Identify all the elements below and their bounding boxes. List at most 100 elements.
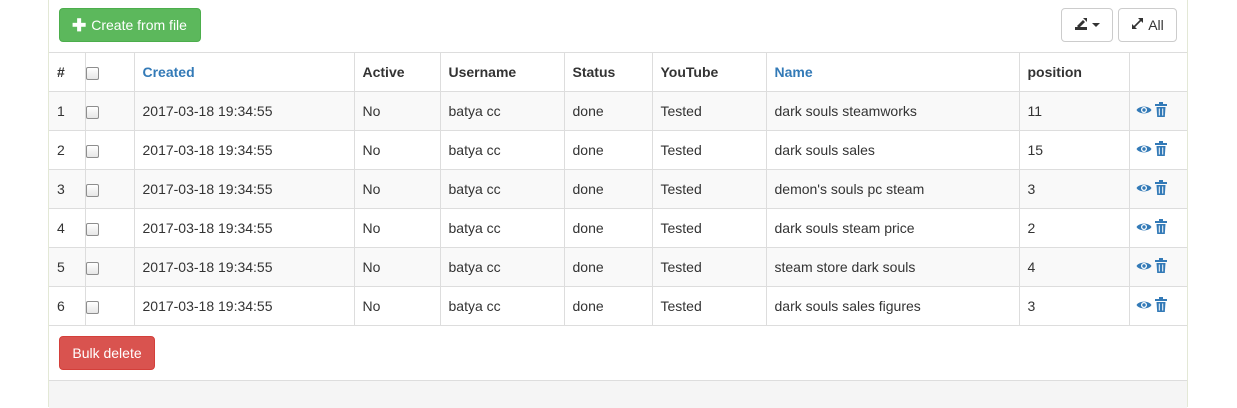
sort-name-link[interactable]: Name: [775, 64, 813, 80]
select-all-cell: [84, 52, 135, 92]
cell-index: 4: [49, 208, 86, 248]
column-header-actions: [1128, 52, 1187, 92]
cell-youtube: Tested: [651, 208, 767, 248]
sort-created-link[interactable]: Created: [143, 64, 195, 80]
grid-toolbar: ✚ Create from file All: [49, 0, 1187, 52]
cell-created: 2017-03-18 19:34:55: [133, 286, 355, 326]
column-header-status: Status: [563, 52, 653, 92]
eye-icon[interactable]: [1136, 181, 1152, 197]
cell-name: dark souls sales figures: [765, 286, 1020, 326]
cell-position: 3: [1018, 169, 1130, 209]
cell-index: 5: [49, 247, 86, 287]
table-row: 5 2017-03-18 19:34:55 No batya cc done Tested…: [49, 247, 1187, 287]
row-checkbox[interactable]: [86, 144, 99, 158]
trash-icon[interactable]: [1154, 180, 1167, 198]
cell-created: 2017-03-18 19:34:55: [133, 247, 355, 287]
trash-icon[interactable]: [1154, 219, 1167, 237]
column-header-index: #: [49, 52, 86, 92]
row-select-cell: [84, 91, 135, 131]
cell-name: demon's souls pc steam: [765, 169, 1020, 209]
table-row: 4 2017-03-18 19:34:55 No batya cc done Tested…: [49, 208, 1187, 248]
column-header-position: position: [1018, 52, 1130, 92]
export-dropdown-button[interactable]: [1061, 8, 1113, 42]
cell-active: No: [353, 247, 441, 287]
row-actions-cell: [1128, 208, 1187, 248]
select-all-checkbox[interactable]: [86, 66, 99, 80]
column-header-youtube: YouTube: [651, 52, 767, 92]
row-select-cell: [84, 247, 135, 287]
cell-position: 11: [1018, 91, 1130, 131]
eye-icon[interactable]: [1136, 220, 1152, 236]
show-all-button[interactable]: All: [1118, 8, 1177, 42]
create-from-file-button[interactable]: ✚ Create from file: [59, 8, 201, 42]
row-select-cell: [84, 208, 135, 248]
cell-position: 3: [1018, 286, 1130, 326]
cell-username: batya cc: [439, 130, 565, 170]
row-actions-cell: [1128, 169, 1187, 209]
row-actions-cell: [1128, 286, 1187, 326]
cell-active: No: [353, 169, 441, 209]
show-all-label: All: [1148, 17, 1164, 33]
cell-position: 15: [1018, 130, 1130, 170]
cell-index: 6: [49, 286, 86, 326]
table-row: 1 2017-03-18 19:34:55 No batya cc done Tested…: [49, 91, 1187, 131]
table-row: 6 2017-03-18 19:34:55 No batya cc done Tested…: [49, 286, 1187, 326]
chevron-down-icon: [1092, 23, 1100, 27]
column-header-active: Active: [353, 52, 441, 92]
cell-youtube: Tested: [651, 247, 767, 287]
trash-icon[interactable]: [1154, 258, 1167, 276]
row-actions-cell: [1128, 247, 1187, 287]
row-select-cell: [84, 130, 135, 170]
cell-username: batya cc: [439, 208, 565, 248]
cell-status: done: [563, 130, 653, 170]
cell-active: No: [353, 130, 441, 170]
row-actions-cell: [1128, 91, 1187, 131]
cell-status: done: [563, 208, 653, 248]
row-select-cell: [84, 169, 135, 209]
cell-position: 2: [1018, 208, 1130, 248]
cell-status: done: [563, 247, 653, 287]
cell-youtube: Tested: [651, 91, 767, 131]
cell-name: dark souls sales: [765, 130, 1020, 170]
bulk-delete-button[interactable]: Bulk delete: [59, 336, 155, 370]
trash-icon[interactable]: [1154, 102, 1167, 120]
row-checkbox[interactable]: [86, 183, 99, 197]
cell-active: No: [353, 91, 441, 131]
table-row: 3 2017-03-18 19:34:55 No batya cc done Tested…: [49, 169, 1187, 209]
cell-name: steam store dark souls: [765, 247, 1020, 287]
row-checkbox[interactable]: [86, 222, 99, 236]
cell-index: 1: [49, 91, 86, 131]
cell-created: 2017-03-18 19:34:55: [133, 208, 355, 248]
cell-youtube: Tested: [651, 169, 767, 209]
eye-icon[interactable]: [1136, 142, 1152, 158]
cell-status: done: [563, 286, 653, 326]
cell-status: done: [563, 91, 653, 131]
cell-name: dark souls steam price: [765, 208, 1020, 248]
column-header-username: Username: [439, 52, 565, 92]
cell-created: 2017-03-18 19:34:55: [133, 169, 355, 209]
plus-icon: ✚: [72, 15, 87, 35]
cell-youtube: Tested: [651, 286, 767, 326]
trash-icon[interactable]: [1154, 297, 1167, 315]
export-icon: [1074, 17, 1088, 34]
eye-icon[interactable]: [1136, 259, 1152, 275]
cell-username: batya cc: [439, 247, 565, 287]
cell-created: 2017-03-18 19:34:55: [133, 91, 355, 131]
column-header-created: Created: [133, 52, 355, 92]
row-checkbox[interactable]: [86, 261, 99, 275]
cell-active: No: [353, 286, 441, 326]
cell-name: dark souls steamworks: [765, 91, 1020, 131]
cell-created: 2017-03-18 19:34:55: [133, 130, 355, 170]
row-checkbox[interactable]: [86, 300, 99, 314]
row-checkbox[interactable]: [86, 105, 99, 119]
eye-icon[interactable]: [1136, 103, 1152, 119]
cell-index: 3: [49, 169, 86, 209]
trash-icon[interactable]: [1154, 141, 1167, 159]
column-header-name: Name: [765, 52, 1020, 92]
eye-icon[interactable]: [1136, 298, 1152, 314]
cell-username: batya cc: [439, 286, 565, 326]
panel-footer: [49, 380, 1187, 408]
cell-position: 4: [1018, 247, 1130, 287]
data-table: # Created Active Username Status YouTube…: [49, 52, 1187, 326]
row-select-cell: [84, 286, 135, 326]
